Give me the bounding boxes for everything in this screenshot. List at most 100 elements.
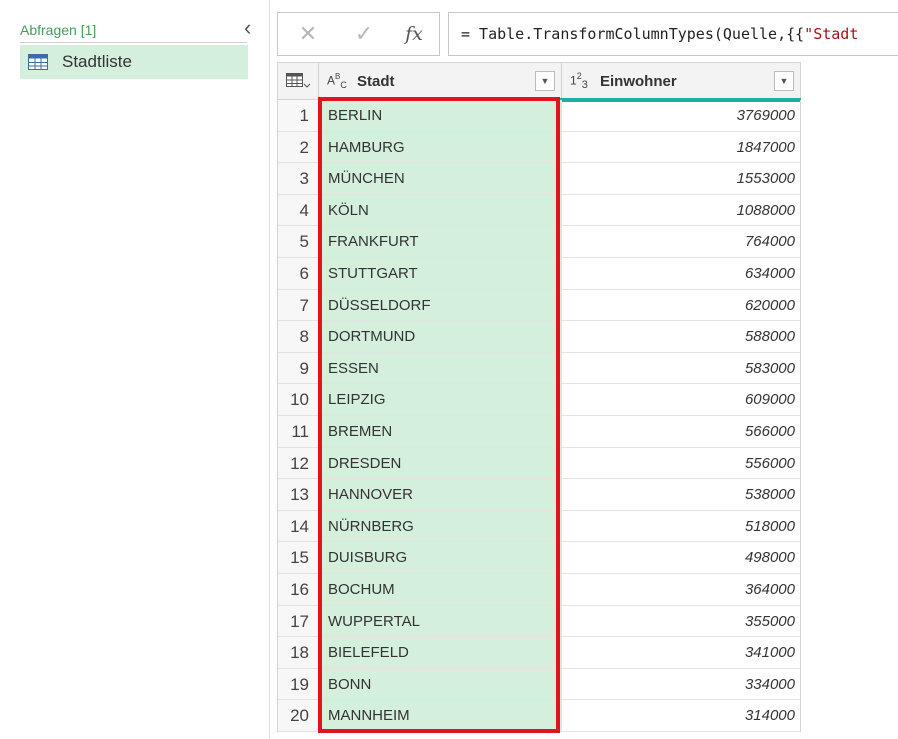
formula-input[interactable]: = Table.TransformColumnTypes(Quelle,{{"S…	[448, 12, 898, 56]
row-number[interactable]: 3	[278, 163, 318, 194]
cell-stadt[interactable]: KÖLN	[318, 194, 561, 226]
cell-einwohner[interactable]: 334000	[561, 668, 800, 700]
cell-einwohner[interactable]: 1088000	[561, 194, 800, 226]
number-type-icon[interactable]: 123	[570, 71, 596, 91]
row-number[interactable]: 11	[278, 415, 318, 447]
cell-einwohner[interactable]: 341000	[561, 637, 800, 668]
cell-einwohner[interactable]: 364000	[561, 573, 800, 605]
row-number[interactable]: 1	[278, 100, 318, 131]
table-row[interactable]: 2 HAMBURG 1847000	[278, 131, 800, 164]
formula-buttons: ✕ ✓ fx	[277, 12, 440, 56]
cell-einwohner[interactable]: 609000	[561, 384, 800, 415]
row-number[interactable]: 4	[278, 194, 318, 226]
row-number[interactable]: 9	[278, 352, 318, 384]
formula-string: "Stadt	[804, 25, 859, 43]
row-number[interactable]: 2	[278, 131, 318, 163]
cancel-icon[interactable]: ✕	[284, 13, 332, 55]
row-number[interactable]: 18	[278, 637, 318, 668]
cell-einwohner[interactable]: 498000	[561, 542, 800, 573]
cell-einwohner[interactable]: 588000	[561, 321, 800, 352]
table-row[interactable]: 4 KÖLN 1088000	[278, 194, 800, 227]
row-number[interactable]: 17	[278, 605, 318, 637]
filter-dropdown-icon[interactable]: ▼	[774, 71, 794, 91]
cell-einwohner[interactable]: 620000	[561, 289, 800, 321]
cell-einwohner[interactable]: 518000	[561, 510, 800, 542]
table-row[interactable]: 17 WUPPERTAL 355000	[278, 605, 800, 638]
cell-stadt[interactable]: STUTTGART	[318, 257, 561, 289]
query-item-stadtliste[interactable]: Stadtliste	[20, 45, 248, 79]
row-number[interactable]: 8	[278, 321, 318, 352]
cell-stadt[interactable]: LEIPZIG	[318, 384, 561, 415]
cell-stadt[interactable]: BONN	[318, 668, 561, 700]
row-number[interactable]: 13	[278, 479, 318, 510]
cell-einwohner[interactable]: 355000	[561, 605, 800, 637]
cell-stadt[interactable]: BOCHUM	[318, 573, 561, 605]
table-row[interactable]: 9 ESSEN 583000	[278, 352, 800, 385]
table-row[interactable]: 12 DRESDEN 556000	[278, 447, 800, 480]
row-number[interactable]: 20	[278, 700, 318, 731]
formula-text: = Table.TransformColumnTypes(Quelle,{{	[461, 25, 805, 43]
row-number[interactable]: 6	[278, 257, 318, 289]
queries-pane: Abfragen [1] ‹ Stadtliste	[0, 0, 270, 739]
cell-stadt[interactable]: FRANKFURT	[318, 226, 561, 257]
cell-stadt[interactable]: DUISBURG	[318, 542, 561, 573]
cell-einwohner[interactable]: 556000	[561, 447, 800, 479]
cell-stadt[interactable]: DÜSSELDORF	[318, 289, 561, 321]
table-row[interactable]: 13 HANNOVER 538000	[278, 479, 800, 511]
fx-icon[interactable]: fx	[390, 13, 438, 55]
cell-stadt[interactable]: BIELEFELD	[318, 637, 561, 668]
column-header-einwohner[interactable]: 123 Einwohner ▼	[561, 63, 800, 99]
table-row[interactable]: 19 BONN 334000	[278, 668, 800, 701]
cell-einwohner[interactable]: 1553000	[561, 163, 800, 194]
cell-stadt[interactable]: DRESDEN	[318, 447, 561, 479]
cell-stadt[interactable]: MANNHEIM	[318, 700, 561, 731]
cell-stadt[interactable]: WUPPERTAL	[318, 605, 561, 637]
cell-einwohner[interactable]: 566000	[561, 415, 800, 447]
row-number[interactable]: 16	[278, 573, 318, 605]
table-row[interactable]: 14 NÜRNBERG 518000	[278, 510, 800, 543]
table-menu-icon[interactable]	[278, 63, 318, 99]
table-row[interactable]: 5 FRANKFURT 764000	[278, 226, 800, 258]
table-row[interactable]: 16 BOCHUM 364000	[278, 573, 800, 606]
confirm-check-icon[interactable]: ✓	[340, 13, 388, 55]
table-row[interactable]: 11 BREMEN 566000	[278, 415, 800, 448]
cell-stadt[interactable]: BERLIN	[318, 100, 561, 131]
cell-einwohner[interactable]: 3769000	[561, 100, 800, 131]
row-number[interactable]: 10	[278, 384, 318, 415]
cell-stadt[interactable]: DORTMUND	[318, 321, 561, 352]
cell-einwohner[interactable]: 538000	[561, 479, 800, 510]
collapse-pane-chevron-icon[interactable]: ‹	[244, 17, 258, 39]
cell-einwohner[interactable]: 1847000	[561, 131, 800, 163]
table-row[interactable]: 10 LEIPZIG 609000	[278, 384, 800, 416]
row-number[interactable]: 15	[278, 542, 318, 573]
table-row[interactable]: 3 MÜNCHEN 1553000	[278, 163, 800, 195]
cell-stadt[interactable]: ESSEN	[318, 352, 561, 384]
grid-rows: 1 BERLIN 3769000 2 HAMBURG 1847000 3 MÜNCHEN 155…	[277, 100, 801, 732]
table-row[interactable]: 7 DÜSSELDORF 620000	[278, 289, 800, 322]
cell-einwohner[interactable]: 583000	[561, 352, 800, 384]
table-row[interactable]: 15 DUISBURG 498000	[278, 542, 800, 574]
data-grid: ABC Stadt ▼ 123 Einwohner ▼ 1 BERLIN 37690…	[277, 62, 801, 732]
cell-einwohner[interactable]: 634000	[561, 257, 800, 289]
cell-stadt[interactable]: BREMEN	[318, 415, 561, 447]
cell-stadt[interactable]: HAMBURG	[318, 131, 561, 163]
cell-einwohner[interactable]: 314000	[561, 700, 800, 731]
table-row[interactable]: 6 STUTTGART 634000	[278, 257, 800, 290]
row-number[interactable]: 14	[278, 510, 318, 542]
table-row[interactable]: 8 DORTMUND 588000	[278, 321, 800, 353]
table-row[interactable]: 1 BERLIN 3769000	[278, 100, 800, 132]
column-header-stadt[interactable]: ABC Stadt ▼	[318, 63, 561, 99]
cell-einwohner[interactable]: 764000	[561, 226, 800, 257]
row-number[interactable]: 12	[278, 447, 318, 479]
cell-stadt[interactable]: HANNOVER	[318, 479, 561, 510]
row-number[interactable]: 7	[278, 289, 318, 321]
table-row[interactable]: 18 BIELEFELD 341000	[278, 637, 800, 669]
text-type-icon[interactable]: ABC	[327, 72, 353, 90]
table-row[interactable]: 20 MANNHEIM 314000	[278, 700, 800, 732]
table-icon	[28, 54, 48, 70]
row-number[interactable]: 19	[278, 668, 318, 700]
cell-stadt[interactable]: NÜRNBERG	[318, 510, 561, 542]
row-number[interactable]: 5	[278, 226, 318, 257]
cell-stadt[interactable]: MÜNCHEN	[318, 163, 561, 194]
filter-dropdown-icon[interactable]: ▼	[535, 71, 555, 91]
